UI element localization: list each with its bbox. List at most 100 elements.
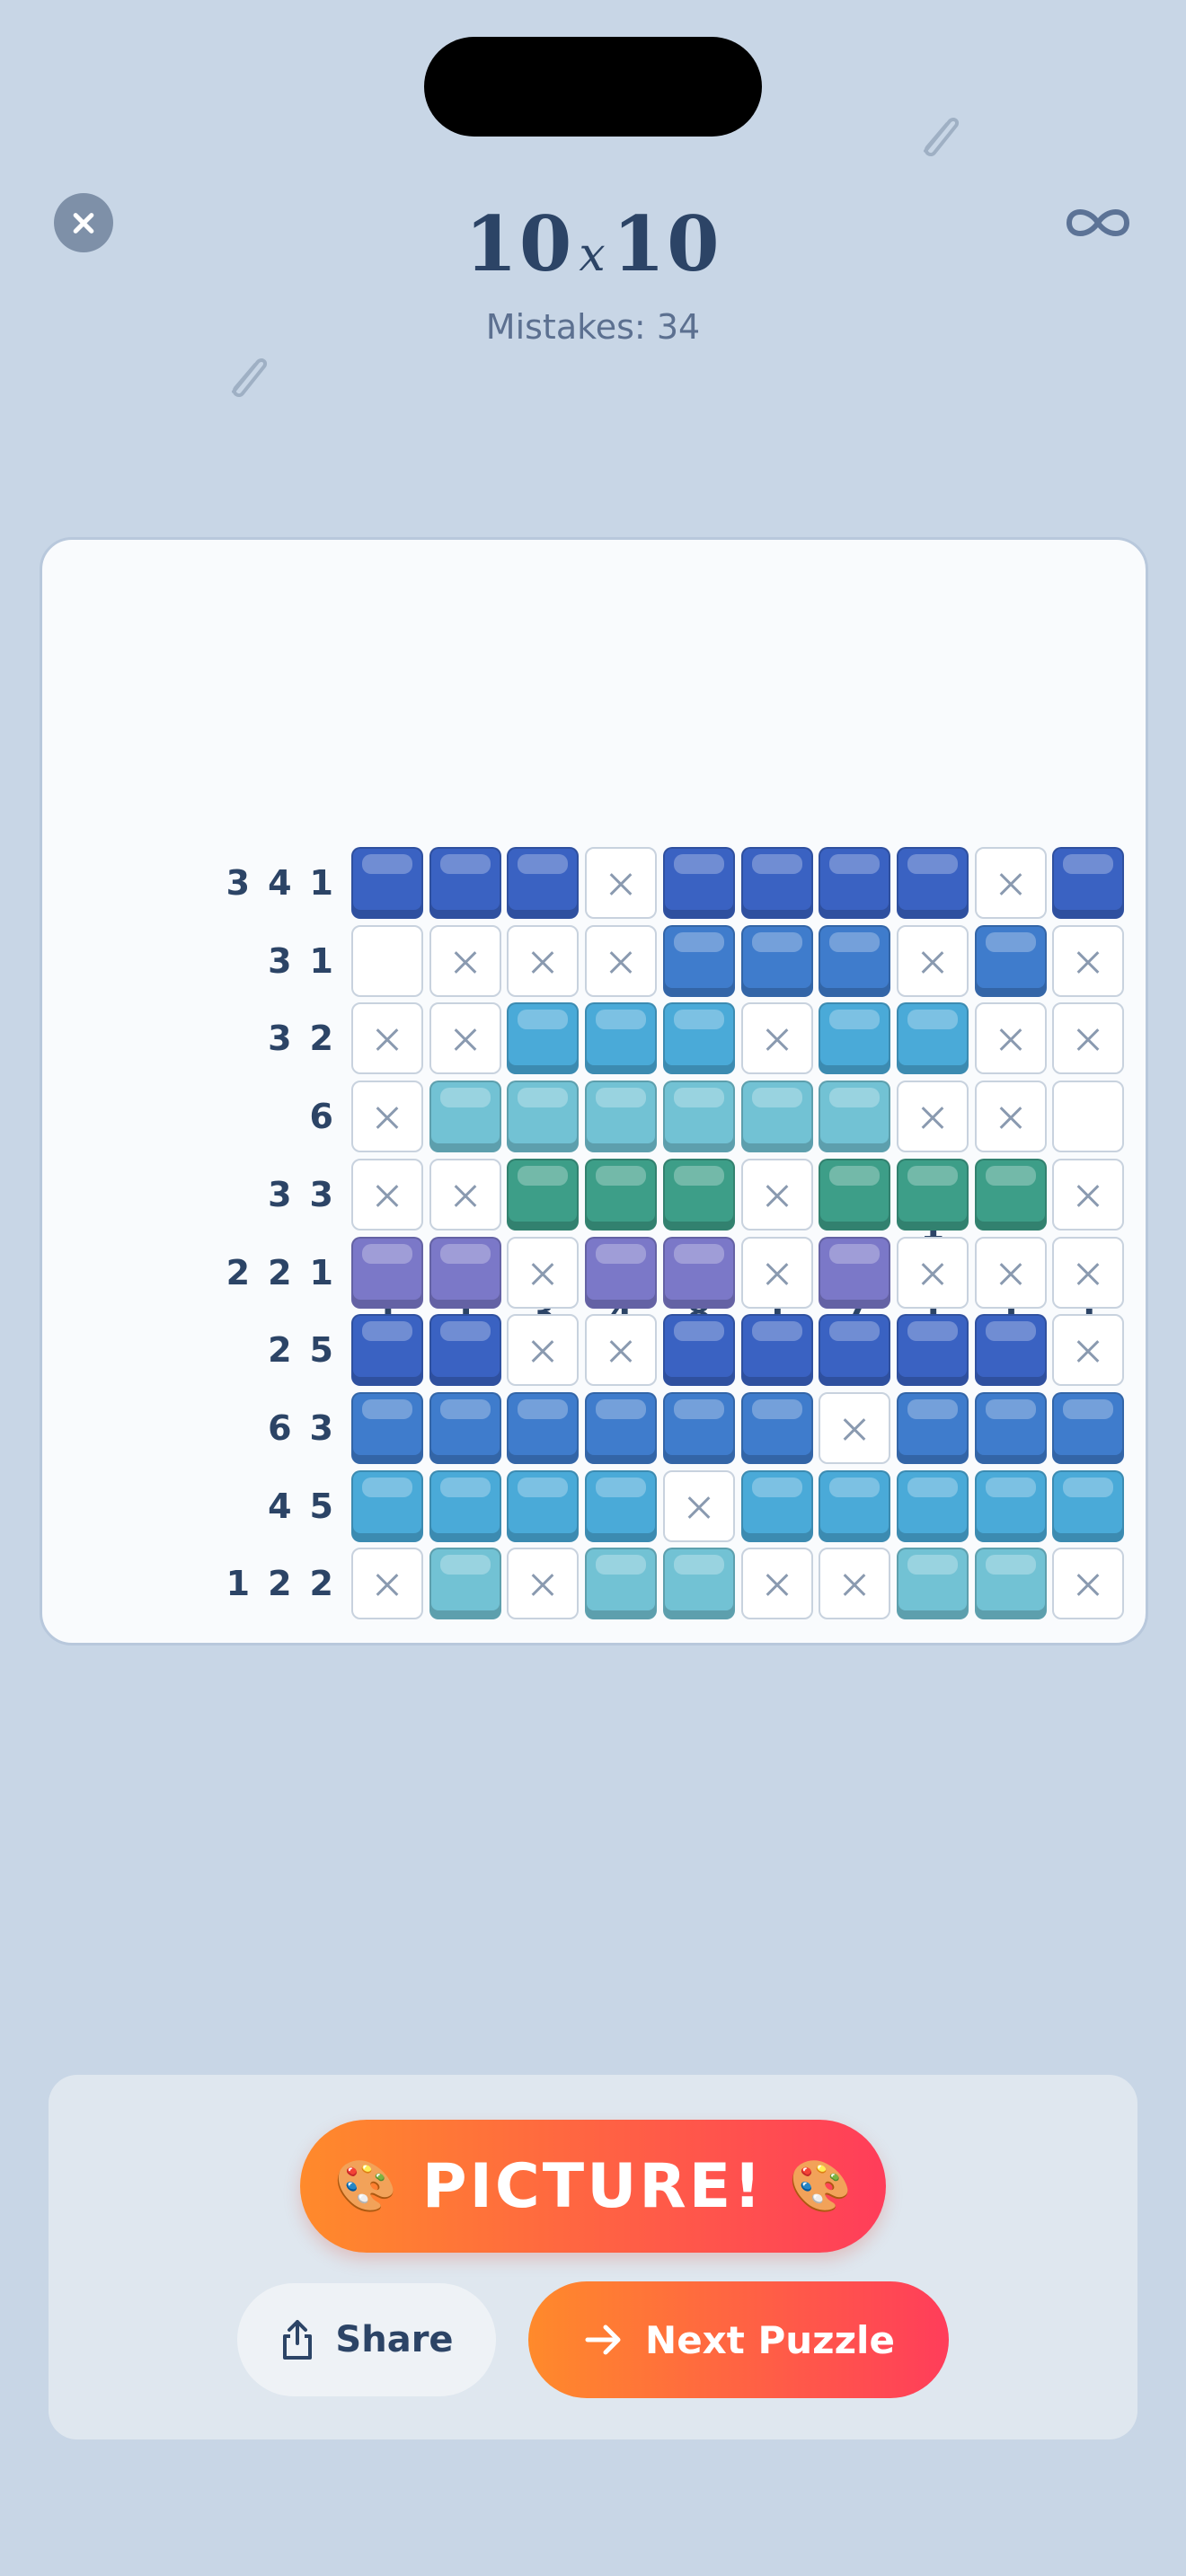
grid-cell-filled[interactable] (429, 1548, 501, 1620)
grid-cell-filled[interactable] (585, 1002, 658, 1075)
grid-cell-crossed[interactable] (585, 924, 658, 997)
grid-cell-filled[interactable] (819, 1081, 891, 1153)
grid-cell-filled[interactable] (740, 1469, 813, 1542)
grid-cell-filled[interactable] (974, 1391, 1047, 1464)
grid-cell-filled[interactable] (896, 1158, 969, 1231)
grid-cell-filled[interactable] (429, 1314, 501, 1387)
grid-cell-crossed[interactable] (429, 924, 501, 997)
grid-cell-filled[interactable] (819, 1236, 891, 1309)
grid-cell-filled[interactable] (896, 1314, 969, 1387)
grid-cell-crossed[interactable] (740, 1236, 813, 1309)
grid-cell-filled[interactable] (585, 1391, 658, 1464)
grid-cell-crossed[interactable] (896, 1236, 969, 1309)
grid-cell-crossed[interactable] (974, 1081, 1047, 1153)
grid-cell-empty[interactable] (351, 924, 423, 997)
grid-cell-filled[interactable] (740, 1081, 813, 1153)
grid-cell-crossed[interactable] (585, 1314, 658, 1387)
grid-cell-filled[interactable] (585, 1548, 658, 1620)
grid-cell-filled[interactable] (819, 847, 891, 919)
grid-cell-filled[interactable] (896, 1469, 969, 1542)
grid-cell-filled[interactable] (662, 1314, 735, 1387)
grid-cell-filled[interactable] (896, 1548, 969, 1620)
grid-cell-crossed[interactable] (429, 1158, 501, 1231)
grid-cell-filled[interactable] (662, 924, 735, 997)
grid-cell-filled[interactable] (662, 1081, 735, 1153)
grid-cell-crossed[interactable] (896, 1081, 969, 1153)
grid-cell-filled[interactable] (819, 1469, 891, 1542)
grid-cell-crossed[interactable] (1052, 1548, 1125, 1620)
grid-cell-filled[interactable] (662, 1236, 735, 1309)
grid-cell-crossed[interactable] (974, 847, 1047, 919)
grid-cell-filled[interactable] (429, 1081, 501, 1153)
grid-cell-filled[interactable] (662, 1002, 735, 1075)
grid-cell-crossed[interactable] (896, 924, 969, 997)
grid-cell-crossed[interactable] (662, 1469, 735, 1542)
grid-cell-filled[interactable] (1052, 1469, 1125, 1542)
grid-cell-crossed[interactable] (819, 1391, 891, 1464)
grid-cell-crossed[interactable] (429, 1002, 501, 1075)
grid-cell-filled[interactable] (819, 1002, 891, 1075)
grid-cell-filled[interactable] (740, 924, 813, 997)
grid-cell-filled[interactable] (819, 1158, 891, 1231)
grid-cell-filled[interactable] (740, 1314, 813, 1387)
grid-cell-filled[interactable] (662, 1158, 735, 1231)
grid-cell-filled[interactable] (585, 1081, 658, 1153)
grid-cell-filled[interactable] (1052, 847, 1125, 919)
grid-cell-crossed[interactable] (1052, 1236, 1125, 1309)
grid-cell-filled[interactable] (351, 1469, 423, 1542)
grid-cell-filled[interactable] (662, 1391, 735, 1464)
grid-cell-filled[interactable] (351, 1391, 423, 1464)
grid-cell-crossed[interactable] (740, 1158, 813, 1231)
grid-cell-filled[interactable] (585, 1236, 658, 1309)
grid-cell-crossed[interactable] (507, 1548, 580, 1620)
grid-cell-crossed[interactable] (507, 924, 580, 997)
grid-cell-filled[interactable] (351, 847, 423, 919)
grid-cell-crossed[interactable] (507, 1314, 580, 1387)
grid-cell-crossed[interactable] (351, 1002, 423, 1075)
grid-cell-crossed[interactable] (351, 1158, 423, 1231)
grid-cell-filled[interactable] (974, 1158, 1047, 1231)
grid-cell-filled[interactable] (896, 1002, 969, 1075)
grid-cell-crossed[interactable] (507, 1236, 580, 1309)
grid-cell-filled[interactable] (351, 1236, 423, 1309)
grid-cell-filled[interactable] (585, 1158, 658, 1231)
grid-cell-filled[interactable] (351, 1314, 423, 1387)
grid-cell-filled[interactable] (429, 847, 501, 919)
grid-cell-filled[interactable] (507, 847, 580, 919)
picture-button[interactable]: 🎨 PICTURE! 🎨 (300, 2120, 886, 2253)
grid-cell-crossed[interactable] (974, 1236, 1047, 1309)
grid-cell-filled[interactable] (974, 1469, 1047, 1542)
grid-cell-filled[interactable] (662, 1548, 735, 1620)
grid-cell-filled[interactable] (429, 1469, 501, 1542)
grid-cell-filled[interactable] (819, 924, 891, 997)
grid-cell-filled[interactable] (974, 1548, 1047, 1620)
grid-cell-filled[interactable] (740, 847, 813, 919)
grid-cell-empty[interactable] (1052, 1081, 1125, 1153)
grid-cell-crossed[interactable] (351, 1548, 423, 1620)
grid-cell-crossed[interactable] (819, 1548, 891, 1620)
grid-cell-filled[interactable] (1052, 1391, 1125, 1464)
grid-cell-crossed[interactable] (351, 1081, 423, 1153)
grid-cell-crossed[interactable] (1052, 1314, 1125, 1387)
grid-cell-filled[interactable] (507, 1469, 580, 1542)
grid-cell-crossed[interactable] (974, 1002, 1047, 1075)
grid-cell-filled[interactable] (819, 1314, 891, 1387)
grid-cell-crossed[interactable] (1052, 1002, 1125, 1075)
grid-cell-crossed[interactable] (740, 1548, 813, 1620)
grid-cell-crossed[interactable] (585, 847, 658, 919)
grid-cell-filled[interactable] (585, 1469, 658, 1542)
grid-cell-filled[interactable] (507, 1002, 580, 1075)
grid-cell-crossed[interactable] (1052, 1158, 1125, 1231)
next-puzzle-button[interactable]: Next Puzzle (528, 2281, 949, 2398)
grid-cell-crossed[interactable] (740, 1002, 813, 1075)
grid-cell-crossed[interactable] (1052, 924, 1125, 997)
share-button[interactable]: Share (237, 2283, 496, 2396)
grid-cell-filled[interactable] (429, 1391, 501, 1464)
grid-cell-filled[interactable] (507, 1391, 580, 1464)
grid-cell-filled[interactable] (429, 1236, 501, 1309)
grid-cell-filled[interactable] (896, 1391, 969, 1464)
grid-cell-filled[interactable] (896, 847, 969, 919)
grid-cell-filled[interactable] (662, 847, 735, 919)
close-button[interactable] (54, 193, 113, 252)
grid-cell-filled[interactable] (974, 1314, 1047, 1387)
